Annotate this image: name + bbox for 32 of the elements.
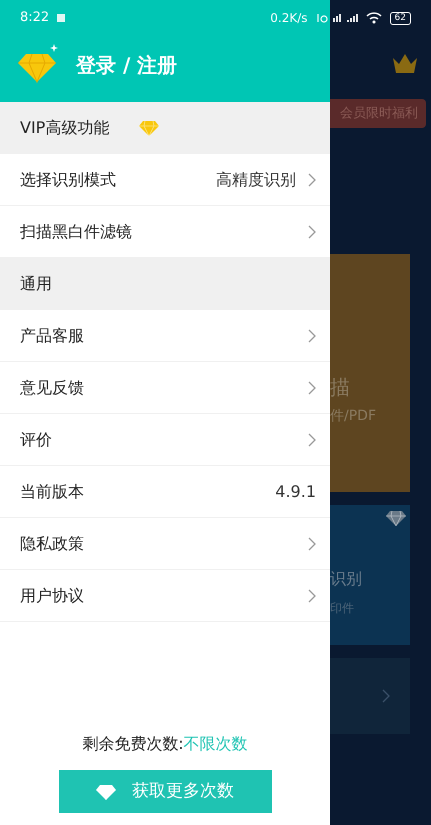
notification-icon xyxy=(57,14,66,22)
menu-item[interactable]: 当前版本 4.9.1 xyxy=(0,466,330,518)
menu-item[interactable]: 隐私政策 xyxy=(0,518,330,570)
diamond-icon xyxy=(386,510,406,526)
chevron-right-icon xyxy=(308,536,316,550)
chevron-right-icon xyxy=(308,224,316,238)
card-subtitle: 件/PDF xyxy=(330,407,377,426)
menu-item[interactable]: 意见反馈 xyxy=(0,362,330,414)
diamond-icon xyxy=(139,120,160,136)
chevron-right-icon xyxy=(382,689,390,703)
menu-item[interactable]: 选择识别模式 高精度识别 xyxy=(0,154,330,206)
battery-icon: 62 xyxy=(390,12,411,24)
section-title: 通用 xyxy=(20,273,52,295)
card-title: 识别 xyxy=(330,568,363,590)
chevron-right-icon xyxy=(308,588,316,602)
diamond-icon xyxy=(96,784,116,800)
chevron-right-icon xyxy=(308,380,316,394)
card-subtitle: 印件 xyxy=(330,600,355,617)
network-speed: 0.2K/s xyxy=(270,10,308,27)
wifi-icon xyxy=(366,12,382,24)
quota-text: 剩余免费次数:不限次数 xyxy=(81,733,249,755)
menu-item[interactable]: 产品客服 xyxy=(0,310,330,362)
chevron-right-icon xyxy=(308,328,316,342)
crown-icon xyxy=(392,52,418,74)
section-title: VIP高级功能 xyxy=(20,117,110,139)
chevron-right-icon xyxy=(308,432,316,446)
card-title: 描 xyxy=(330,374,351,401)
menu-item[interactable]: 用户协议 xyxy=(0,570,330,622)
diamond-icon xyxy=(18,44,60,84)
status-time: 8:22 xyxy=(20,9,50,28)
menu-item[interactable]: 评价 xyxy=(0,414,330,466)
chevron-right-icon xyxy=(308,172,316,186)
